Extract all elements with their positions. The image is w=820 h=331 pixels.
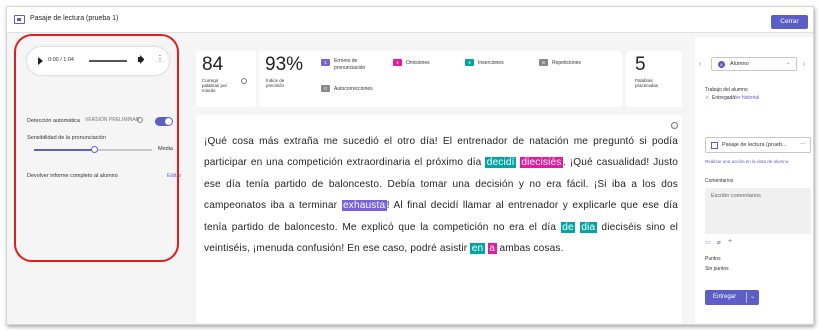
highlighted-word-insertion[interactable]: dia <box>579 221 597 233</box>
student-work-label: Trabajo del alumno <box>705 87 748 93</box>
omissions-label: Omisiones <box>406 60 430 66</box>
practiced-value: 5 <box>635 54 646 75</box>
omissions-count: 2 <box>393 59 402 66</box>
points-value: Sin puntos <box>705 266 729 272</box>
submit-divider <box>746 292 747 303</box>
accuracy-value: 93% <box>265 54 304 75</box>
view-history-link[interactable]: Ver historial <box>733 95 759 101</box>
more-options-icon[interactable]: ··· <box>800 141 806 147</box>
add-icon[interactable]: + <box>728 238 732 245</box>
student-view-action-link[interactable]: Realizar una acción en la vista de alumn… <box>705 159 788 164</box>
stats-row: 84 Corregir palabras por minuto 93% Índi… <box>196 51 682 107</box>
points-label: Puntos <box>705 256 721 262</box>
top-bar: Pasaje de lectura (prueba 1) Cerrar <box>7 7 813 33</box>
wpm-label: Corregir palabras por minuto <box>202 78 228 93</box>
highlighted-word-insertion[interactable]: en <box>470 243 485 255</box>
reading-passage: i ¡Qué cosa más extraña me sucedió el ot… <box>196 115 682 323</box>
attach-icon[interactable]: ⌀ <box>717 239 721 246</box>
repetitions-label: Repeticiones <box>552 60 581 66</box>
info-icon[interactable]: i <box>671 122 678 129</box>
file-name: Pasaje de lectura (prueb... <box>722 142 787 148</box>
passage-text: ¡Qué cosa más extraña me sucedió el otro… <box>204 131 678 259</box>
chevron-down-icon: ⌄ <box>786 60 791 66</box>
insertions-label: Inserciones <box>478 60 504 66</box>
mispronunciation-label: Errores de pronunciación <box>334 58 366 71</box>
practiced-label: Palabras practicadas <box>635 78 659 88</box>
submitted-status: Entregado <box>712 95 736 101</box>
highlighted-word-omission[interactable]: a <box>487 243 497 255</box>
annotation-highlight-outline <box>14 34 179 262</box>
repetitions-count: 8 <box>539 59 548 66</box>
file-icon <box>711 142 718 149</box>
video-icon[interactable]: ▭ <box>705 239 711 246</box>
next-student-icon[interactable]: › <box>803 61 805 68</box>
submit-button[interactable]: Entregar ⌄ <box>705 290 759 305</box>
prev-student-icon[interactable]: ‹ <box>699 61 701 68</box>
attached-file[interactable]: Pasaje de lectura (prueb... ··· <box>705 137 811 153</box>
document-icon <box>14 15 25 24</box>
wpm-value: 84 <box>202 54 224 75</box>
chevron-down-icon[interactable]: ⌄ <box>750 293 755 300</box>
check-icon: ✓ <box>705 95 710 101</box>
accuracy-label: Índice de precisión <box>266 78 285 88</box>
student-name: Alumno <box>730 61 749 67</box>
highlighted-word-omission[interactable]: diecisiés <box>519 157 563 169</box>
mispronunciation-count: 1 <box>321 59 330 66</box>
comments-label: Comentarios <box>705 178 734 184</box>
close-button[interactable]: Cerrar <box>771 15 808 29</box>
comments-field[interactable]: Escribir comentarios <box>705 188 811 234</box>
submit-label: Entregar <box>713 294 737 300</box>
highlighted-word-repetition[interactable]: decidí <box>485 157 517 169</box>
info-icon[interactable] <box>241 78 247 84</box>
right-student-panel: ‹ A Alumno ⌄ › Trabajo del alumno ✓ Entr… <box>695 37 813 323</box>
window-title: Pasaje de lectura (prueba 1) <box>30 15 119 22</box>
highlighted-word-insertion[interactable]: de <box>560 221 576 233</box>
insertions-count: 4 <box>465 59 474 66</box>
practiced-card: 5 Palabras practicadas <box>626 51 682 107</box>
self-corrections-label: Autocorrecciones <box>334 86 373 92</box>
wpm-card: 84 Corregir palabras por minuto <box>196 51 256 107</box>
highlighted-word-mispronunciation[interactable]: exhausta <box>341 200 387 212</box>
comments-placeholder: Escribir comentarios <box>711 193 761 199</box>
student-selector[interactable]: A Alumno ⌄ <box>711 57 797 71</box>
self-corrections-count: 0 <box>321 85 330 92</box>
accuracy-card: 93% Índice de precisión 1 Errores de pro… <box>259 51 622 107</box>
avatar: A <box>718 61 725 68</box>
passage-segment: ambas cosas. <box>496 243 564 255</box>
